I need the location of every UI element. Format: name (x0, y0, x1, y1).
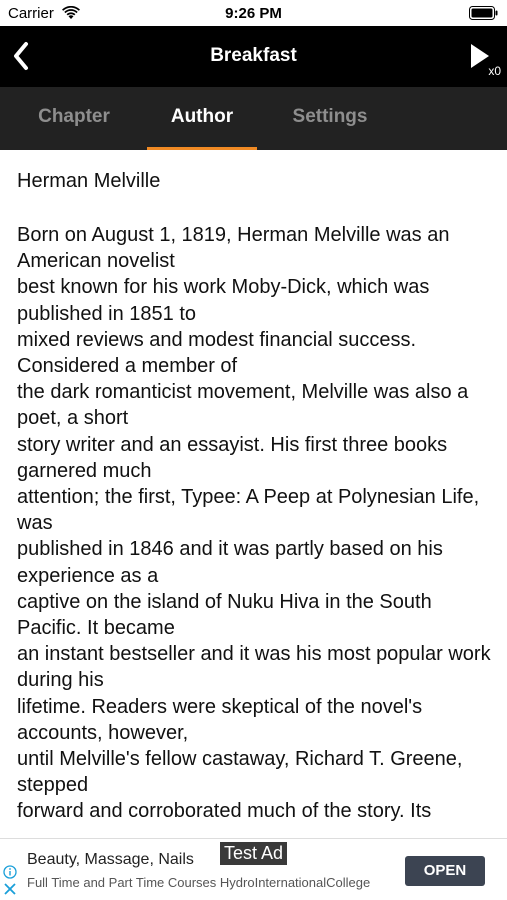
tab-bar: Chapter Author Settings (0, 87, 507, 150)
speed-label: x0 (488, 64, 501, 78)
tab-author[interactable]: Author (147, 87, 257, 150)
tab-chapter-label: Chapter (38, 106, 110, 127)
tab-settings[interactable]: Settings (275, 87, 385, 150)
tab-author-label: Author (170, 106, 234, 127)
ad-banner[interactable]: Beauty, Massage, Nails Full Time and Par… (0, 838, 507, 900)
author-content[interactable]: Herman Melville Born on August 1, 1819, … (0, 150, 507, 838)
author-bio: Born on August 1, 1819, Herman Melville … (17, 224, 491, 823)
ad-open-button[interactable]: OPEN (405, 856, 485, 886)
ad-subtitle: Full Time and Part Time Courses HydroInt… (27, 875, 371, 890)
ad-label: Test Ad (220, 842, 288, 865)
battery-icon (469, 6, 498, 20)
nav-bar: Breakfast x0 (0, 26, 507, 87)
tab-chapter[interactable]: Chapter (19, 87, 129, 150)
page-title: Breakfast (210, 45, 297, 66)
status-bar: Carrier 9:26 PM (0, 0, 507, 26)
ad-title[interactable]: Beauty, Massage, Nails (27, 851, 194, 869)
author-name: Herman Melville (17, 170, 161, 192)
info-icon[interactable] (3, 865, 17, 879)
status-time: 9:26 PM (225, 5, 282, 22)
close-icon[interactable] (3, 882, 17, 896)
tab-settings-label: Settings (292, 106, 368, 127)
